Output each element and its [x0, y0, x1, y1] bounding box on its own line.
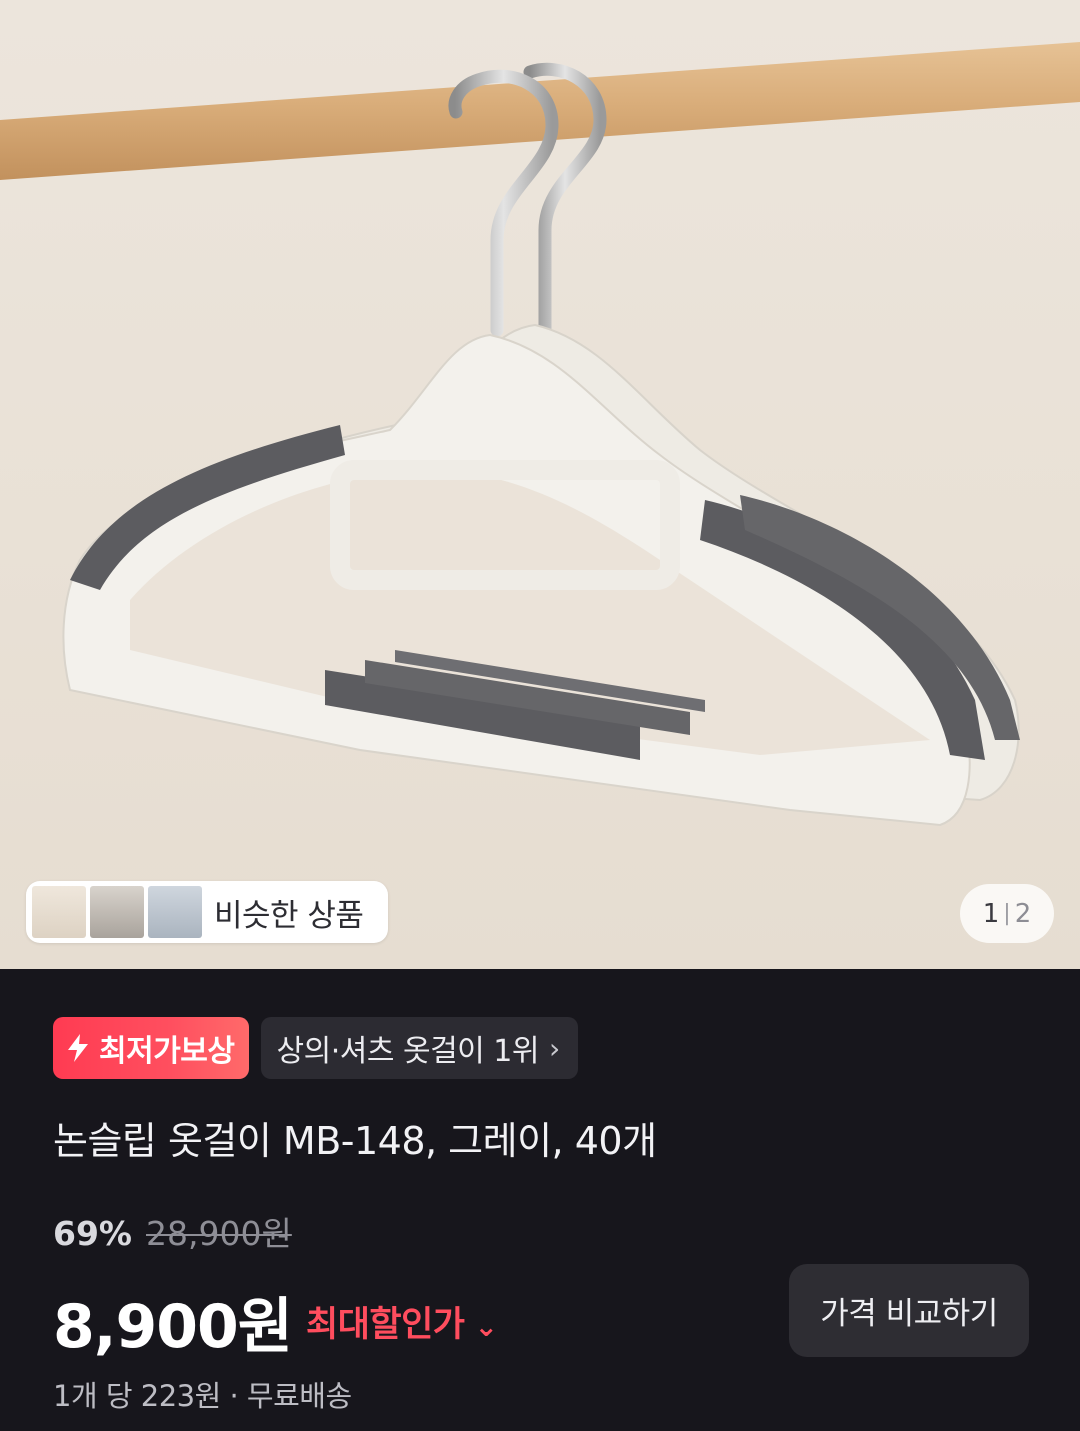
similar-product-thumbnail [32, 886, 86, 938]
similar-product-thumbnail [90, 886, 144, 938]
image-page-indicator: 1 | 2 [960, 884, 1054, 943]
sale-price: 8,900원 [53, 1292, 293, 1362]
product-title: 논슬립 옷걸이 MB-148, 그레이, 40개 [53, 1119, 657, 1163]
similar-products-button[interactable]: 비슷한 상품 [26, 881, 388, 943]
similar-products-label: 비슷한 상품 [214, 897, 364, 934]
lowest-price-guarantee-badge[interactable]: 최저가보상 [53, 1017, 249, 1079]
current-page: 1 [982, 898, 1000, 929]
product-detail-page: 비슷한 상품 1 | 2 최저가보상 상의·셔츠 옷걸이 1위 › 논슬립 옷걸… [0, 0, 1080, 1431]
max-discount-price-toggle[interactable]: 최대할인가 ⌄ [306, 1296, 498, 1347]
chevron-down-icon: ⌄ [474, 1310, 498, 1343]
similar-product-thumbnail [148, 886, 202, 938]
hanger-product-image [0, 42, 1080, 827]
product-image-gallery[interactable]: 비슷한 상품 1 | 2 [0, 0, 1080, 969]
discount-rate: 69% [53, 1214, 132, 1253]
price-row: 8,900원 최대할인가 ⌄ [53, 1278, 498, 1365]
discount-row: 69% 28,900원 [53, 1207, 292, 1255]
chevron-right-icon: › [549, 1031, 560, 1065]
category-rank-label: 상의·셔츠 옷걸이 1위 [276, 1034, 540, 1069]
total-pages: 2 [1014, 898, 1032, 929]
compare-prices-button[interactable]: 가격 비교하기 [789, 1264, 1029, 1357]
badge-row: 최저가보상 상의·셔츠 옷걸이 1위 › [53, 1017, 578, 1079]
unit-price-shipping-info: 1개 당 223원 · 무료배송 [53, 1379, 352, 1413]
original-price: 28,900원 [146, 1214, 292, 1253]
lightning-bolt-icon [68, 1034, 88, 1062]
lowest-price-guarantee-label: 최저가보상 [99, 1034, 235, 1069]
page-separator: | [1003, 901, 1011, 926]
max-discount-label: 최대할인가 [306, 1305, 465, 1345]
category-rank-badge[interactable]: 상의·셔츠 옷걸이 1위 › [260, 1017, 578, 1079]
